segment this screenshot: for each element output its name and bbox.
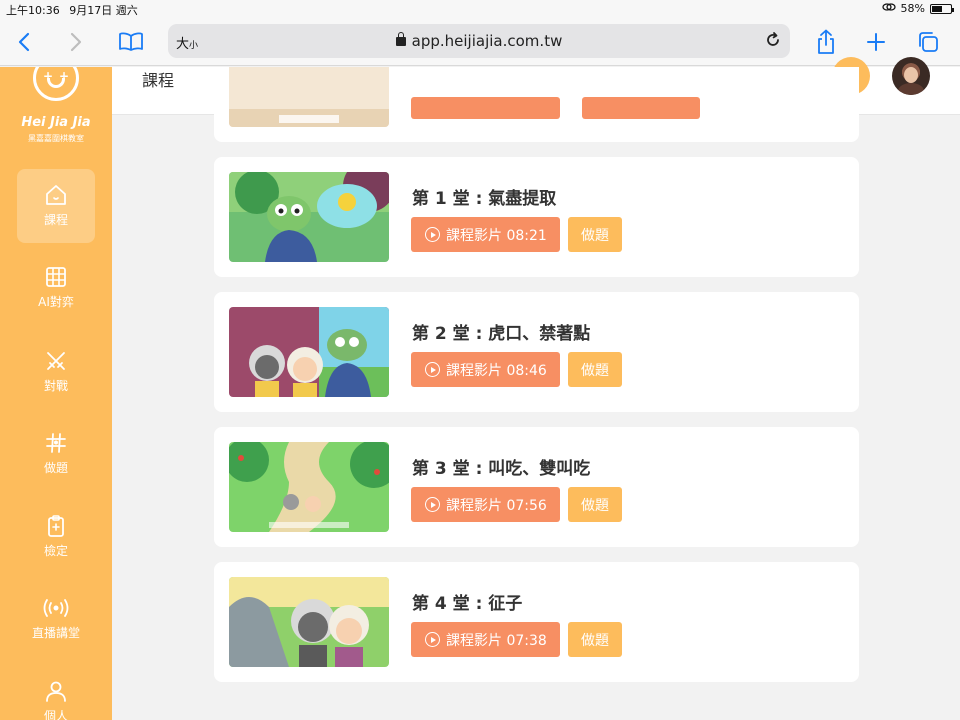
brand-name: Hei Jia Jia	[21, 115, 91, 130]
sidebar-item-label: 直播講堂	[31, 626, 80, 640]
sidebar-item-courses[interactable]: 課程	[17, 169, 95, 243]
sidebar-item-live[interactable]: 直播講堂	[17, 582, 95, 656]
lesson-thumbnail[interactable]	[229, 307, 389, 397]
forward-icon[interactable]	[62, 28, 90, 56]
lock-icon	[395, 32, 406, 46]
play-icon	[425, 632, 440, 647]
address-bar[interactable]: 大小 app.heijiajia.com.tw	[168, 24, 790, 58]
play-icon	[425, 227, 440, 242]
sidebar-item-exam[interactable]: 檢定	[17, 500, 95, 574]
broadcast-icon	[43, 599, 69, 617]
sidebar-item-label: AI對弈	[38, 295, 74, 309]
quiz-button[interactable]: 做題	[568, 487, 622, 522]
lesson-card: 第 2 堂 : 虎口、禁著點 課程影片 08:46 做題	[214, 292, 859, 412]
sidebar-item-ai-game[interactable]: AI對弈	[17, 251, 95, 325]
home-icon	[46, 185, 66, 205]
avatar[interactable]	[892, 57, 930, 95]
battery-percent: 58%	[900, 2, 925, 15]
link-icon	[881, 2, 896, 15]
crossed-swords-icon	[47, 352, 65, 370]
lesson-card: 第 3 堂 : 叫吃、雙叫吃 課程影片 07:56 做題	[214, 427, 859, 547]
battery-icon	[930, 3, 954, 14]
video-button-partial-2[interactable]	[582, 97, 700, 119]
bookmarks-icon[interactable]	[117, 28, 145, 56]
logo-icon: + +	[33, 67, 79, 101]
brand-subtitle: 黑嘉嘉圍棋教室	[28, 134, 84, 143]
status-bar: 上午10:36 9月17日 週六 58%	[0, 0, 960, 18]
video-button-partial[interactable]	[411, 97, 560, 119]
lesson-thumbnail[interactable]	[229, 577, 389, 667]
hash-icon	[46, 433, 66, 453]
lesson-title: 第 2 堂 : 虎口、禁著點	[412, 324, 591, 344]
sidebar-item-label: 課程	[43, 213, 68, 227]
person-icon	[46, 681, 66, 702]
sidebar-item-practice[interactable]: 做題	[17, 417, 95, 491]
lesson-title: 第 3 堂 : 叫吃、雙叫吃	[412, 459, 591, 479]
lesson-card: 第 4 堂 : 征子 課程影片 07:38 做題	[214, 562, 859, 682]
lesson-card-partial	[214, 67, 859, 142]
lesson-card: 第 1 堂 : 氣盡提取 課程影片 08:21 做題	[214, 157, 859, 277]
sidebar-item-label: 檢定	[43, 544, 68, 558]
share-icon[interactable]	[812, 28, 840, 56]
sidebar: + + Hei Jia Jia 黑嘉嘉圍棋教室 課程 AI對弈 對戰 做題 檢定 …	[0, 67, 112, 720]
back-icon[interactable]	[10, 28, 38, 56]
url-text: app.heijiajia.com.tw	[411, 32, 563, 50]
sidebar-item-label: 個人	[43, 709, 68, 720]
page-title: 課程	[142, 71, 175, 90]
sidebar-item-profile[interactable]: 個人	[17, 665, 95, 720]
sidebar-item-label: 對戰	[43, 379, 68, 393]
status-date: 9月17日 週六	[69, 4, 138, 17]
play-icon	[425, 362, 440, 377]
status-time: 上午10:36	[6, 4, 60, 17]
clipboard-icon	[48, 515, 64, 537]
video-button[interactable]: 課程影片 07:56	[411, 487, 560, 522]
lesson-thumbnail[interactable]	[229, 172, 389, 262]
grid-icon	[46, 267, 66, 287]
lesson-title: 第 1 堂 : 氣盡提取	[412, 189, 557, 209]
video-button[interactable]: 課程影片 08:21	[411, 217, 560, 252]
lesson-title: 第 4 堂 : 征子	[412, 594, 523, 614]
lesson-thumbnail[interactable]	[229, 442, 389, 532]
lesson-thumbnail	[229, 67, 389, 127]
sidebar-item-battle[interactable]: 對戰	[17, 335, 95, 409]
sidebar-item-label: 做題	[43, 461, 68, 475]
browser-toolbar: 大小 app.heijiajia.com.tw	[0, 18, 960, 66]
video-button[interactable]: 課程影片 08:46	[411, 352, 560, 387]
quiz-button[interactable]: 做題	[568, 217, 622, 252]
tabs-overview-icon[interactable]	[914, 28, 942, 56]
new-tab-icon[interactable]	[862, 28, 890, 56]
quiz-button[interactable]: 做題	[568, 622, 622, 657]
quiz-button[interactable]: 做題	[568, 352, 622, 387]
video-button[interactable]: 課程影片 07:38	[411, 622, 560, 657]
reload-icon[interactable]	[764, 31, 782, 53]
play-icon	[425, 497, 440, 512]
